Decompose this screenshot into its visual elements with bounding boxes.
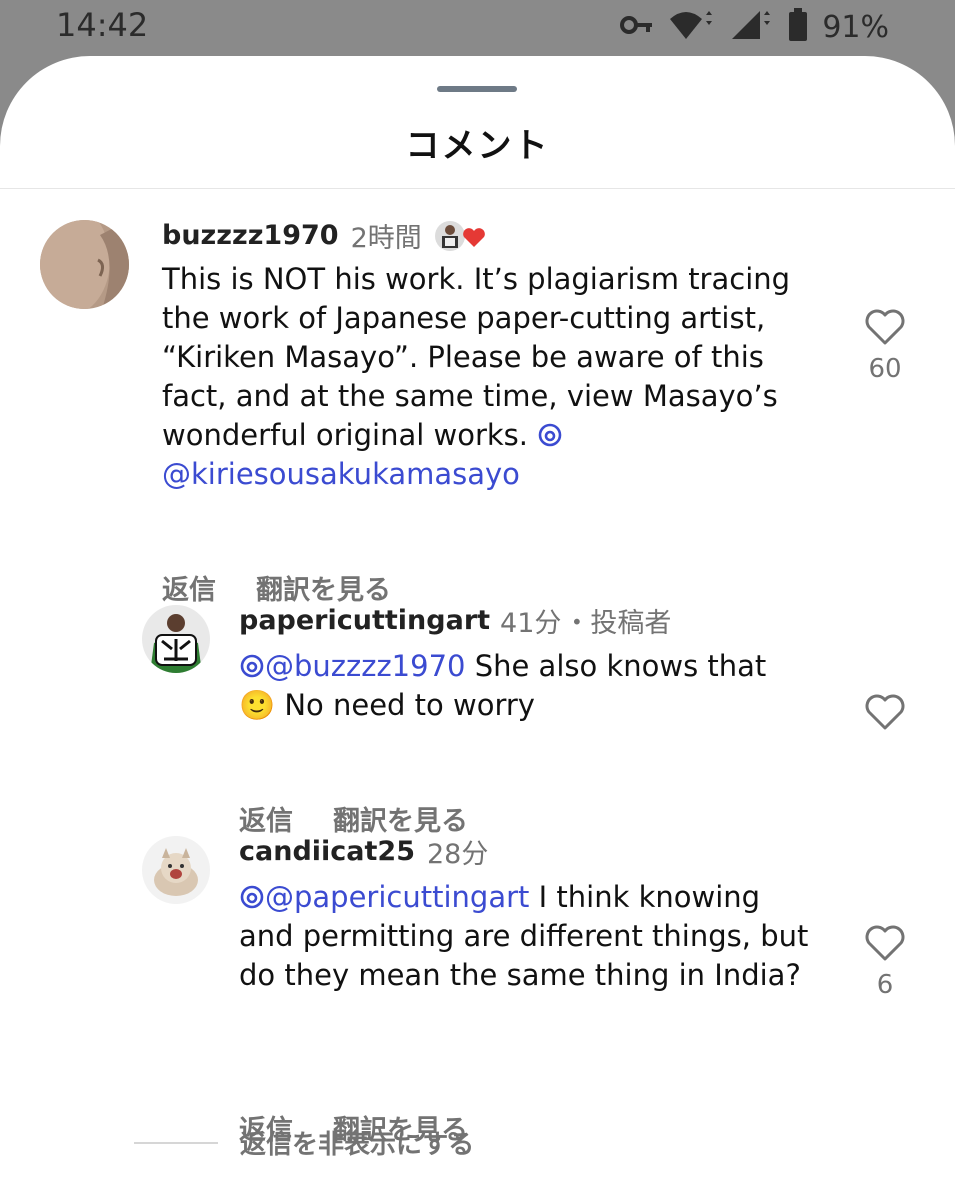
comment-username[interactable]: candiicat25 (239, 836, 415, 867)
battery-icon (788, 8, 808, 46)
key-icon (620, 14, 654, 40)
hide-replies-button[interactable]: 返信を非表示にする (240, 1124, 474, 1161)
comment-username[interactable]: buzzzz1970 (162, 220, 339, 251)
comment-time: 41分 (500, 608, 562, 639)
drag-handle[interactable] (437, 86, 517, 92)
hide-replies-row[interactable]: 返信を非表示にする (134, 1124, 474, 1161)
threads-icon (240, 885, 264, 909)
avatar[interactable] (40, 220, 129, 309)
title-divider (0, 188, 955, 189)
mention-link[interactable]: @papericuttingart (239, 880, 529, 914)
avatar[interactable] (142, 836, 210, 904)
like-count: 6 (876, 970, 894, 1000)
status-bar: 14:42 91% (0, 0, 955, 56)
mention-text[interactable]: @kiriesousakukamasayo (162, 457, 520, 491)
like-count: 60 (868, 354, 902, 384)
reply-button[interactable]: 返信 (162, 568, 216, 607)
comment-body: She also knows that (474, 649, 767, 683)
threads-icon (240, 654, 264, 678)
like-control: 60 (855, 308, 915, 384)
author-liked-badge (434, 219, 488, 253)
comment-body: This is NOT his work. It’s plagiarism tr… (162, 262, 791, 452)
status-time: 14:42 (56, 6, 149, 44)
status-icons: 91% (620, 8, 889, 46)
hide-replies-divider (134, 1141, 218, 1144)
comment-text: This is NOT his work. It’s plagiarism tr… (162, 260, 812, 494)
author-tag: ・投稿者 (563, 608, 672, 639)
comment-text: @buzzzz1970 She also knows that 🙂 No nee… (239, 647, 819, 725)
battery-percentage: 91% (822, 9, 889, 45)
comment-time: 28分 (427, 839, 489, 870)
comment-time: 2時間 (350, 223, 422, 254)
threads-icon (538, 423, 562, 447)
comment-username[interactable]: papericuttingart (239, 605, 490, 636)
comment-body-line-2: 🙂 No need to worry (239, 688, 535, 722)
signal-icon (728, 9, 774, 45)
avatar[interactable] (142, 605, 210, 673)
like-control (855, 693, 915, 735)
wifi-icon (668, 9, 714, 45)
mention-link[interactable]: @buzzzz1970 (239, 649, 465, 683)
heart-icon[interactable] (864, 925, 906, 966)
comments-sheet: コメント buzzzz1970 2時間 This is NOT his work… (0, 56, 955, 1200)
mention-text[interactable]: @buzzzz1970 (265, 649, 465, 683)
sheet-title: コメント (405, 126, 550, 166)
heart-icon[interactable] (864, 694, 906, 735)
mention-text[interactable]: @papericuttingart (265, 880, 529, 914)
like-control: 6 (855, 924, 915, 1000)
comment-text: @papericuttingart I think knowing and pe… (239, 878, 819, 995)
heart-icon[interactable] (864, 309, 906, 350)
